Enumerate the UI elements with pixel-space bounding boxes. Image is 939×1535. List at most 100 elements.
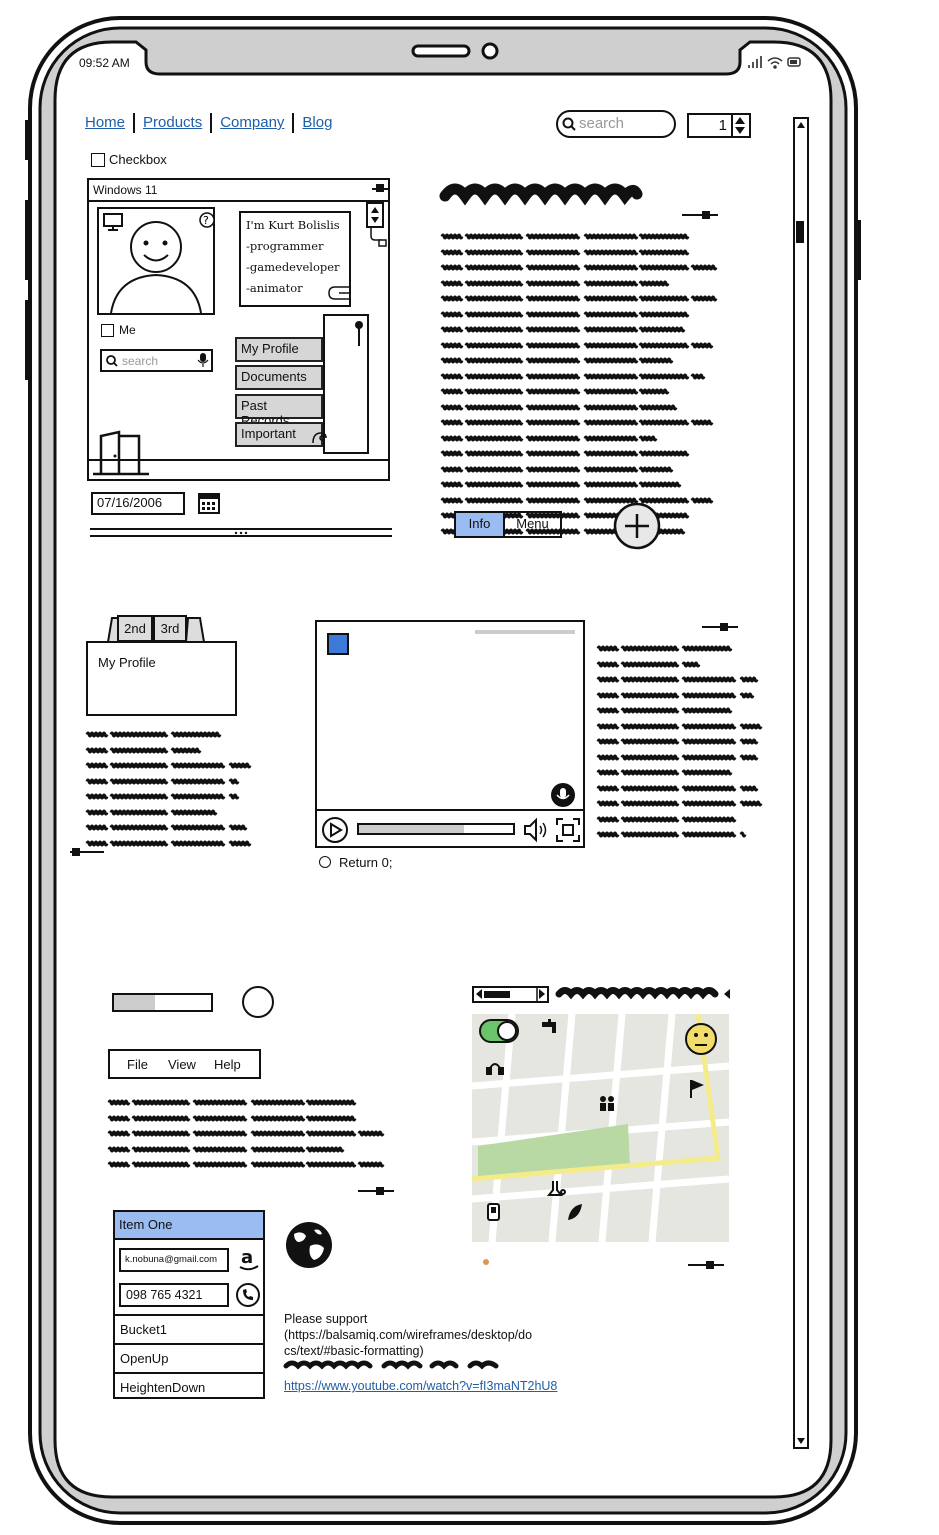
pin-handle-icon[interactable]	[682, 209, 718, 221]
list-header[interactable]: Item One	[115, 1212, 263, 1238]
greeked-text-line	[596, 785, 759, 791]
greeked-text-line	[440, 388, 670, 395]
list-item[interactable]: OpenUp	[115, 1343, 263, 1372]
circle-shape	[242, 986, 274, 1018]
mini-scroller[interactable]	[366, 202, 384, 228]
microphone-icon[interactable]	[550, 782, 576, 808]
nav-link-products[interactable]: Products	[143, 114, 202, 131]
tab-2nd[interactable]: 2nd	[117, 615, 153, 642]
toggle-info-button[interactable]: Info	[456, 513, 505, 536]
stepper-value: 1	[718, 117, 727, 134]
greeked-text-line	[440, 373, 706, 379]
scrollbar-thumb[interactable]	[796, 221, 804, 243]
greeked-text-line	[440, 326, 686, 333]
list-item[interactable]: Bucket1	[115, 1314, 263, 1343]
greeked-text-line	[440, 264, 718, 271]
stepper-arrows[interactable]	[731, 115, 749, 136]
menu-view[interactable]: View	[168, 1057, 196, 1072]
map[interactable]	[471, 1013, 730, 1243]
menu-my-profile[interactable]: My Profile	[235, 337, 323, 362]
me-checkbox[interactable]	[101, 324, 114, 337]
nav-link-blog[interactable]: Blog	[302, 114, 332, 131]
bio-box: I'm Kurt Bolislis -programmer -gamedevel…	[239, 211, 351, 307]
window-search-input[interactable]: search	[100, 349, 213, 372]
monitor-icon	[103, 213, 123, 231]
greeked-text-line	[596, 661, 701, 667]
window-title: Windows 11	[93, 183, 158, 197]
calendar-icon[interactable]	[198, 491, 220, 515]
list-item[interactable]: HeightenDown	[115, 1372, 263, 1401]
microphone-icon[interactable]	[197, 353, 209, 368]
video-player[interactable]	[315, 620, 585, 848]
greeked-text-line	[596, 707, 733, 714]
window-pin-icon[interactable]	[370, 182, 390, 196]
greeked-text-line	[440, 342, 714, 348]
radio-button[interactable]	[319, 856, 331, 868]
exit-door-icon[interactable]	[93, 430, 153, 476]
map-scrollbar[interactable]	[472, 986, 549, 1003]
bio-line: -programmer	[246, 239, 324, 253]
contact-fields: k.nobuna@gmail.com a 098 765 4321	[115, 1238, 263, 1314]
search-input[interactable]: search	[556, 110, 676, 138]
bio-line: -gamedeveloper	[246, 260, 340, 274]
nav-link-company[interactable]: Company	[220, 114, 284, 131]
profile-window: Windows 11 ? I'm Kurt Bolislis -programm…	[87, 178, 390, 481]
avatar: ?	[97, 207, 215, 315]
horizontal-splitter[interactable]	[90, 525, 394, 539]
menu-documents[interactable]: Documents	[235, 365, 323, 390]
play-icon[interactable]	[321, 817, 349, 843]
greeked-text-line	[85, 809, 218, 815]
svg-text:?: ?	[203, 214, 209, 227]
toggle-menu-button[interactable]: Menu	[505, 513, 560, 536]
menu-important[interactable]: Important	[235, 422, 323, 447]
greeked-text-line	[440, 249, 690, 255]
page-scrollbar[interactable]	[793, 117, 809, 1449]
pin-handle-icon[interactable]	[70, 846, 104, 858]
menu-file[interactable]: File	[127, 1057, 148, 1072]
vertical-slider[interactable]	[323, 314, 369, 454]
menu-help[interactable]: Help	[214, 1057, 241, 1072]
date-field[interactable]: 07/16/2006	[91, 492, 185, 515]
greeked-text-line	[85, 747, 202, 753]
plus-icon[interactable]	[612, 501, 662, 551]
greeked-text-line	[107, 1161, 385, 1168]
wifi-icon	[767, 57, 783, 69]
volume-icon[interactable]	[523, 817, 549, 843]
tab-3rd[interactable]: 3rd	[153, 615, 187, 642]
fullscreen-icon[interactable]	[555, 817, 581, 843]
me-label: Me	[119, 323, 136, 337]
greeked-text-line	[440, 419, 714, 426]
nav-link-home[interactable]: Home	[85, 114, 125, 131]
greeked-text-line	[85, 778, 240, 784]
greeked-text-line	[596, 723, 763, 729]
phone-field[interactable]: 098 765 4321	[119, 1283, 229, 1307]
search-icon	[106, 355, 118, 367]
pin-handle-icon[interactable]	[688, 1259, 724, 1271]
window-statusbar	[89, 459, 388, 461]
greeked-text-line	[596, 831, 747, 838]
greeked-text-line	[596, 692, 755, 698]
left-paragraph-scribble	[85, 731, 252, 855]
info-menu-toggle: Info Menu	[454, 511, 562, 538]
window-titlebar: Windows 11	[89, 180, 390, 202]
pin-handle-icon[interactable]	[358, 1185, 394, 1197]
amazon-icon[interactable]: a	[237, 1246, 261, 1272]
number-stepper[interactable]: 1	[687, 113, 751, 138]
radio-label: Return 0;	[339, 855, 393, 870]
checkbox-label: Checkbox	[109, 152, 167, 167]
resize-handle-icon[interactable]	[325, 283, 351, 305]
scroll-down-arrow[interactable]	[796, 1435, 806, 1445]
greeked-text-line	[85, 731, 222, 738]
greeked-text-line	[596, 769, 733, 776]
video-progress-bar[interactable]	[357, 823, 515, 835]
checkbox[interactable]	[91, 153, 105, 167]
tab-panel-content: My Profile	[98, 655, 156, 670]
email-field[interactable]: k.nobuna@gmail.com	[119, 1248, 229, 1272]
youtube-link[interactable]: https://www.youtube.com/watch?v=fI3maNT2…	[284, 1379, 557, 1393]
greeked-text-line	[85, 824, 248, 831]
pin-handle-icon[interactable]	[702, 621, 738, 633]
greeked-text-line	[440, 233, 690, 240]
scroll-up-arrow[interactable]	[796, 121, 806, 131]
menu-past-records[interactable]: Past Records	[235, 394, 323, 428]
phone-icon[interactable]	[235, 1282, 261, 1308]
